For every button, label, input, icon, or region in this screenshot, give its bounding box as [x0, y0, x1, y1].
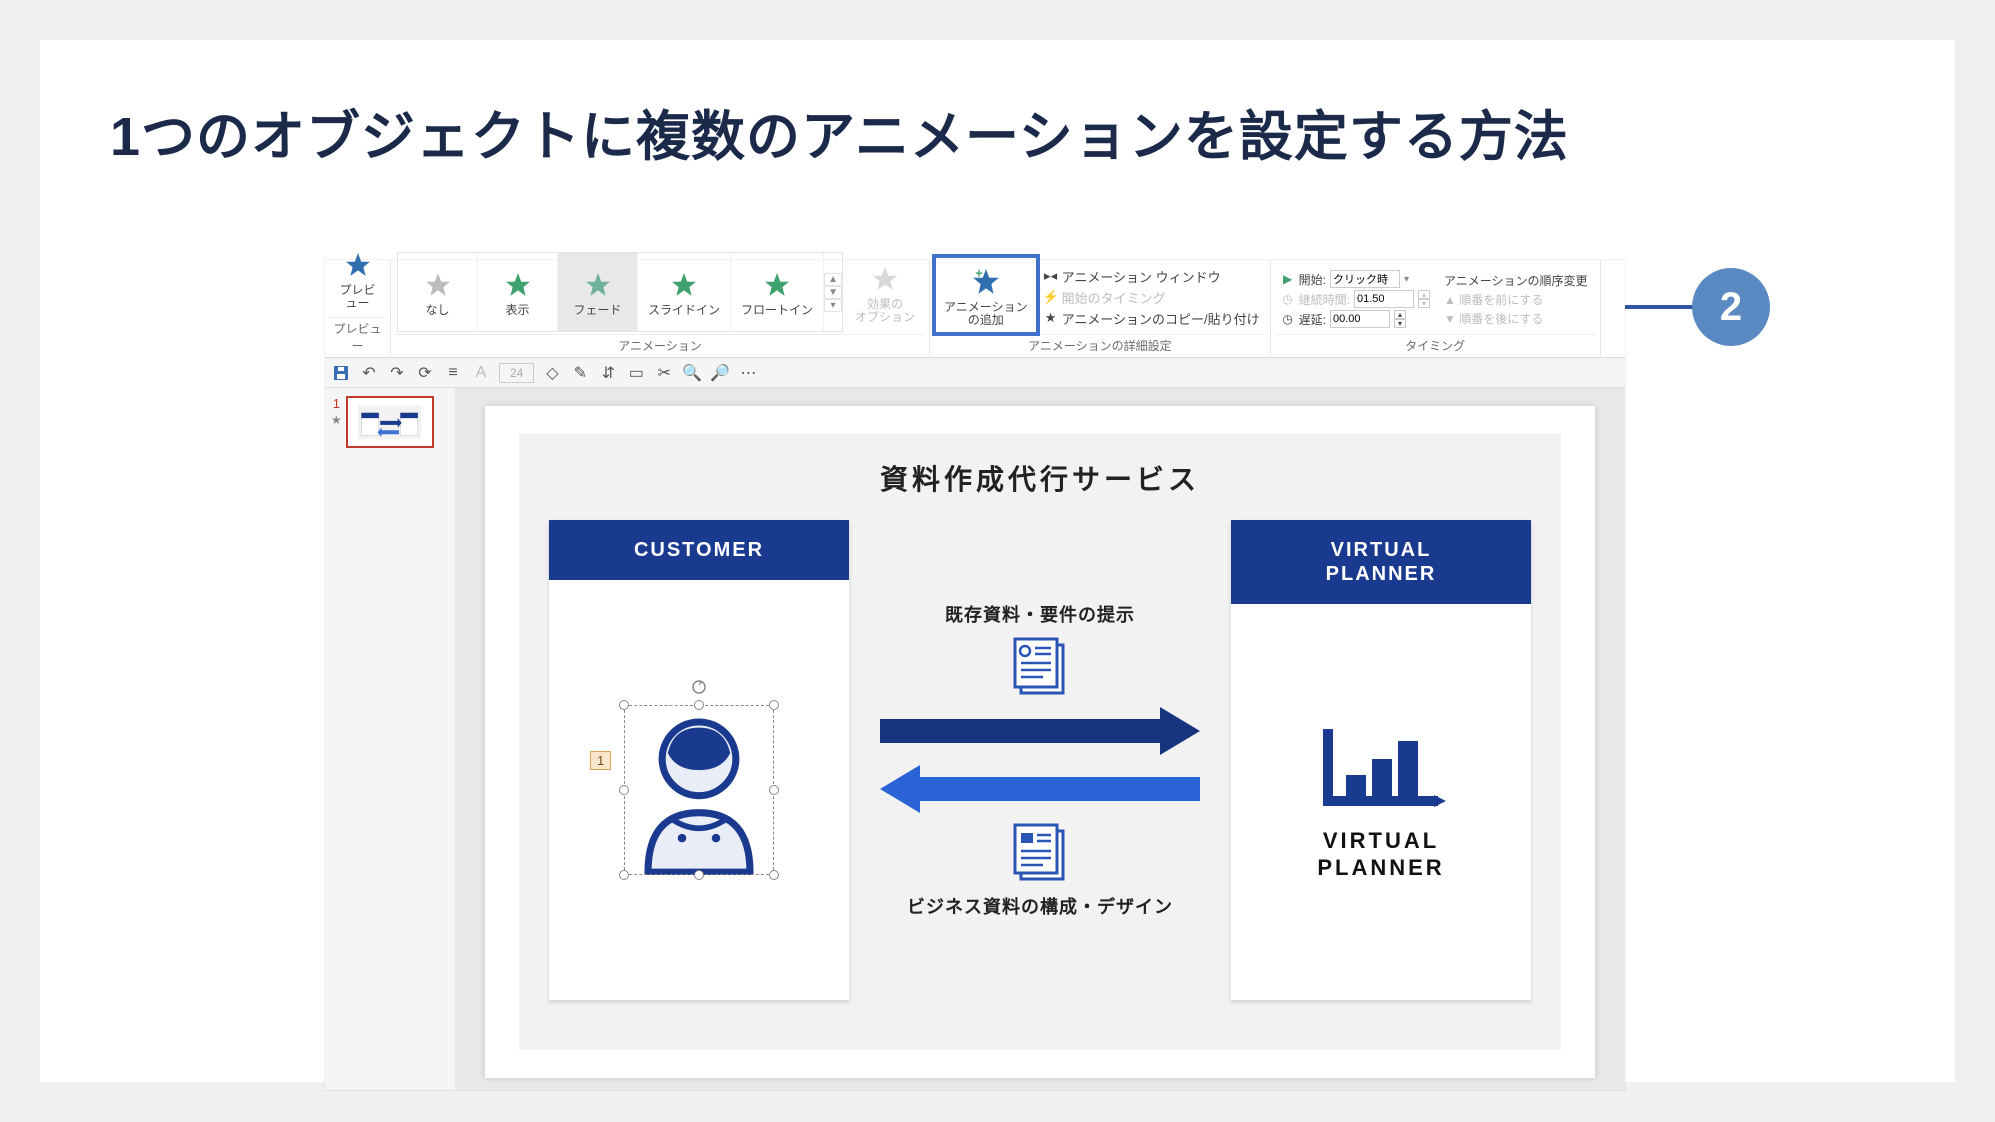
resize-handle[interactable]: [619, 870, 629, 880]
ribbon-group-label: タイミング: [1275, 334, 1596, 357]
slide-canvas-area: 資料作成代行サービス CUSTOMER 1: [455, 388, 1625, 1090]
slide-title: 資料作成代行サービス: [549, 458, 1531, 498]
trigger-icon: ⚡: [1044, 290, 1058, 304]
undo-icon[interactable]: ↶: [359, 363, 379, 383]
resize-handle[interactable]: [769, 785, 779, 795]
pane-icon: ▸◂: [1044, 269, 1058, 283]
virtual-planner-panel: VIRTUAL PLANNER: [1231, 520, 1531, 1000]
animation-painter-button[interactable]: ★ アニメーションのコピー/貼り付け: [1044, 309, 1260, 328]
zoom-out-icon[interactable]: 🔎: [710, 363, 730, 383]
virtual-planner-panel-header: VIRTUAL PLANNER: [1231, 520, 1531, 604]
resize-handle[interactable]: [619, 785, 629, 795]
clock-icon: ◷: [1281, 292, 1295, 306]
resize-handle[interactable]: [769, 870, 779, 880]
shapes-icon[interactable]: ◇: [542, 363, 562, 383]
painter-star-icon: ★: [1044, 311, 1058, 325]
powerpoint-window: プレビュー プレビュー なし 表示: [325, 260, 1625, 1090]
ribbon-group-timing: ▶ 開始: ▾ ◷ 継続時間: ▴▾ ◷: [1271, 260, 1601, 357]
start-select[interactable]: [1330, 270, 1400, 288]
start-label: 開始:: [1299, 271, 1326, 288]
align-icon[interactable]: ⇵: [598, 363, 618, 383]
redo-icon[interactable]: ↷: [387, 363, 407, 383]
callout-badge-2: 2: [1692, 268, 1770, 346]
list-icon[interactable]: ≡: [443, 363, 463, 383]
customer-panel-header: CUSTOMER: [549, 520, 849, 580]
page-title: 1つのオブジェクトに複数のアニメーションを設定する方法: [110, 92, 1569, 171]
quick-access-toolbar: ↶ ↷ ⟳ ≡ A 24 ◇ ✎ ⇵ ▭ ✂ 🔍 🔎 ⋯: [325, 358, 1625, 388]
save-icon[interactable]: [331, 363, 351, 383]
zoom-in-icon[interactable]: 🔍: [682, 363, 702, 383]
effect-options-star-icon: [870, 264, 900, 294]
add-animation-button[interactable]: + アニメーション の追加: [934, 256, 1038, 334]
reorder-label: アニメーションの順序変更: [1444, 272, 1588, 289]
customer-panel: CUSTOMER 1: [549, 520, 849, 1000]
anim-none[interactable]: なし: [398, 253, 478, 331]
bottom-arrow-label: ビジネス資料の構成・デザイン: [907, 893, 1173, 919]
selected-person-shape[interactable]: 1: [624, 705, 774, 875]
bar-chart-icon: [1316, 723, 1446, 813]
gallery-scroll[interactable]: ▲▼▾: [824, 273, 842, 312]
resize-handle[interactable]: [694, 700, 704, 710]
play-icon: ▶: [1281, 272, 1295, 286]
add-animation-star-icon: +: [971, 267, 1001, 297]
clock-icon: ◷: [1281, 312, 1295, 326]
repeat-icon[interactable]: ⟳: [415, 363, 435, 383]
document-icon: [1013, 637, 1067, 697]
virtual-planner-logo: VIRTUAL PLANNER: [1316, 723, 1446, 882]
duration-spinner[interactable]: ▴▾: [1418, 290, 1430, 308]
thumb-anim-star-icon: ★: [331, 413, 342, 427]
ribbon-group-animation: なし 表示 フェード スライドイン: [391, 260, 930, 357]
rotate-handle-icon[interactable]: [691, 679, 707, 695]
ribbon-group-preview: プレビュー プレビュー: [325, 260, 391, 357]
slide[interactable]: 資料作成代行サービス CUSTOMER 1: [485, 406, 1595, 1078]
slide-thumbnails-panel: 1 ★: [325, 388, 455, 1090]
anim-fade[interactable]: フェード: [558, 253, 638, 331]
slide-thumbnail-1[interactable]: [346, 396, 434, 448]
preview-button[interactable]: プレビュー: [329, 239, 386, 317]
delay-input[interactable]: [1330, 310, 1390, 328]
anim-slidein[interactable]: スライドイン: [638, 253, 731, 331]
more-icon[interactable]: ⋯: [738, 363, 758, 383]
duration-input[interactable]: [1354, 290, 1414, 308]
top-arrow-label: 既存資料・要件の提示: [945, 601, 1135, 627]
crop-icon[interactable]: ✂: [654, 363, 674, 383]
move-later-button[interactable]: ▼ 順番を後にする: [1444, 310, 1588, 327]
duration-label: 継続時間:: [1299, 291, 1350, 308]
document-icon: [1013, 823, 1067, 883]
eyedropper-icon[interactable]: ✎: [570, 363, 590, 383]
effect-options-button[interactable]: 効果の オプション: [845, 253, 925, 331]
center-column: 既存資料・要件の提示: [849, 520, 1231, 1000]
font-size-input[interactable]: 24: [499, 363, 534, 383]
ribbon-group-advanced: + アニメーション の追加 ▸◂ アニメーション ウィンドウ ⚡ 開始のタイミン…: [930, 260, 1271, 357]
preview-star-icon: [343, 250, 373, 280]
font-icon[interactable]: A: [471, 363, 491, 383]
animation-pane-toggle[interactable]: ▸◂ アニメーション ウィンドウ: [1044, 267, 1260, 286]
selection-box: [624, 705, 774, 875]
resize-handle[interactable]: [769, 700, 779, 710]
animation-gallery[interactable]: なし 表示 フェード スライドイン: [397, 252, 843, 332]
ribbon-group-label: プレビュー: [329, 317, 386, 357]
move-earlier-button[interactable]: ▲ 順番を前にする: [1444, 291, 1588, 308]
ribbon-group-label: アニメーションの詳細設定: [934, 334, 1266, 357]
delay-spinner[interactable]: ▴▾: [1394, 310, 1406, 328]
arrow-left: [880, 765, 1200, 813]
delay-label: 遅延:: [1299, 311, 1326, 328]
anim-floatin[interactable]: フロートイン: [731, 253, 824, 331]
workspace: 1 ★: [325, 388, 1625, 1090]
resize-handle[interactable]: [619, 700, 629, 710]
ribbon-group-label: アニメーション: [395, 334, 925, 357]
svg-text:+: +: [975, 267, 983, 281]
resize-handle[interactable]: [694, 870, 704, 880]
arrow-right: [880, 707, 1200, 755]
ribbon: プレビュー プレビュー なし 表示: [325, 260, 1625, 358]
anim-appear[interactable]: 表示: [478, 253, 558, 331]
group-icon[interactable]: ▭: [626, 363, 646, 383]
animation-order-tag[interactable]: 1: [590, 751, 611, 770]
thumb-number: 1: [333, 396, 340, 411]
trigger-button[interactable]: ⚡ 開始のタイミング: [1044, 288, 1260, 307]
